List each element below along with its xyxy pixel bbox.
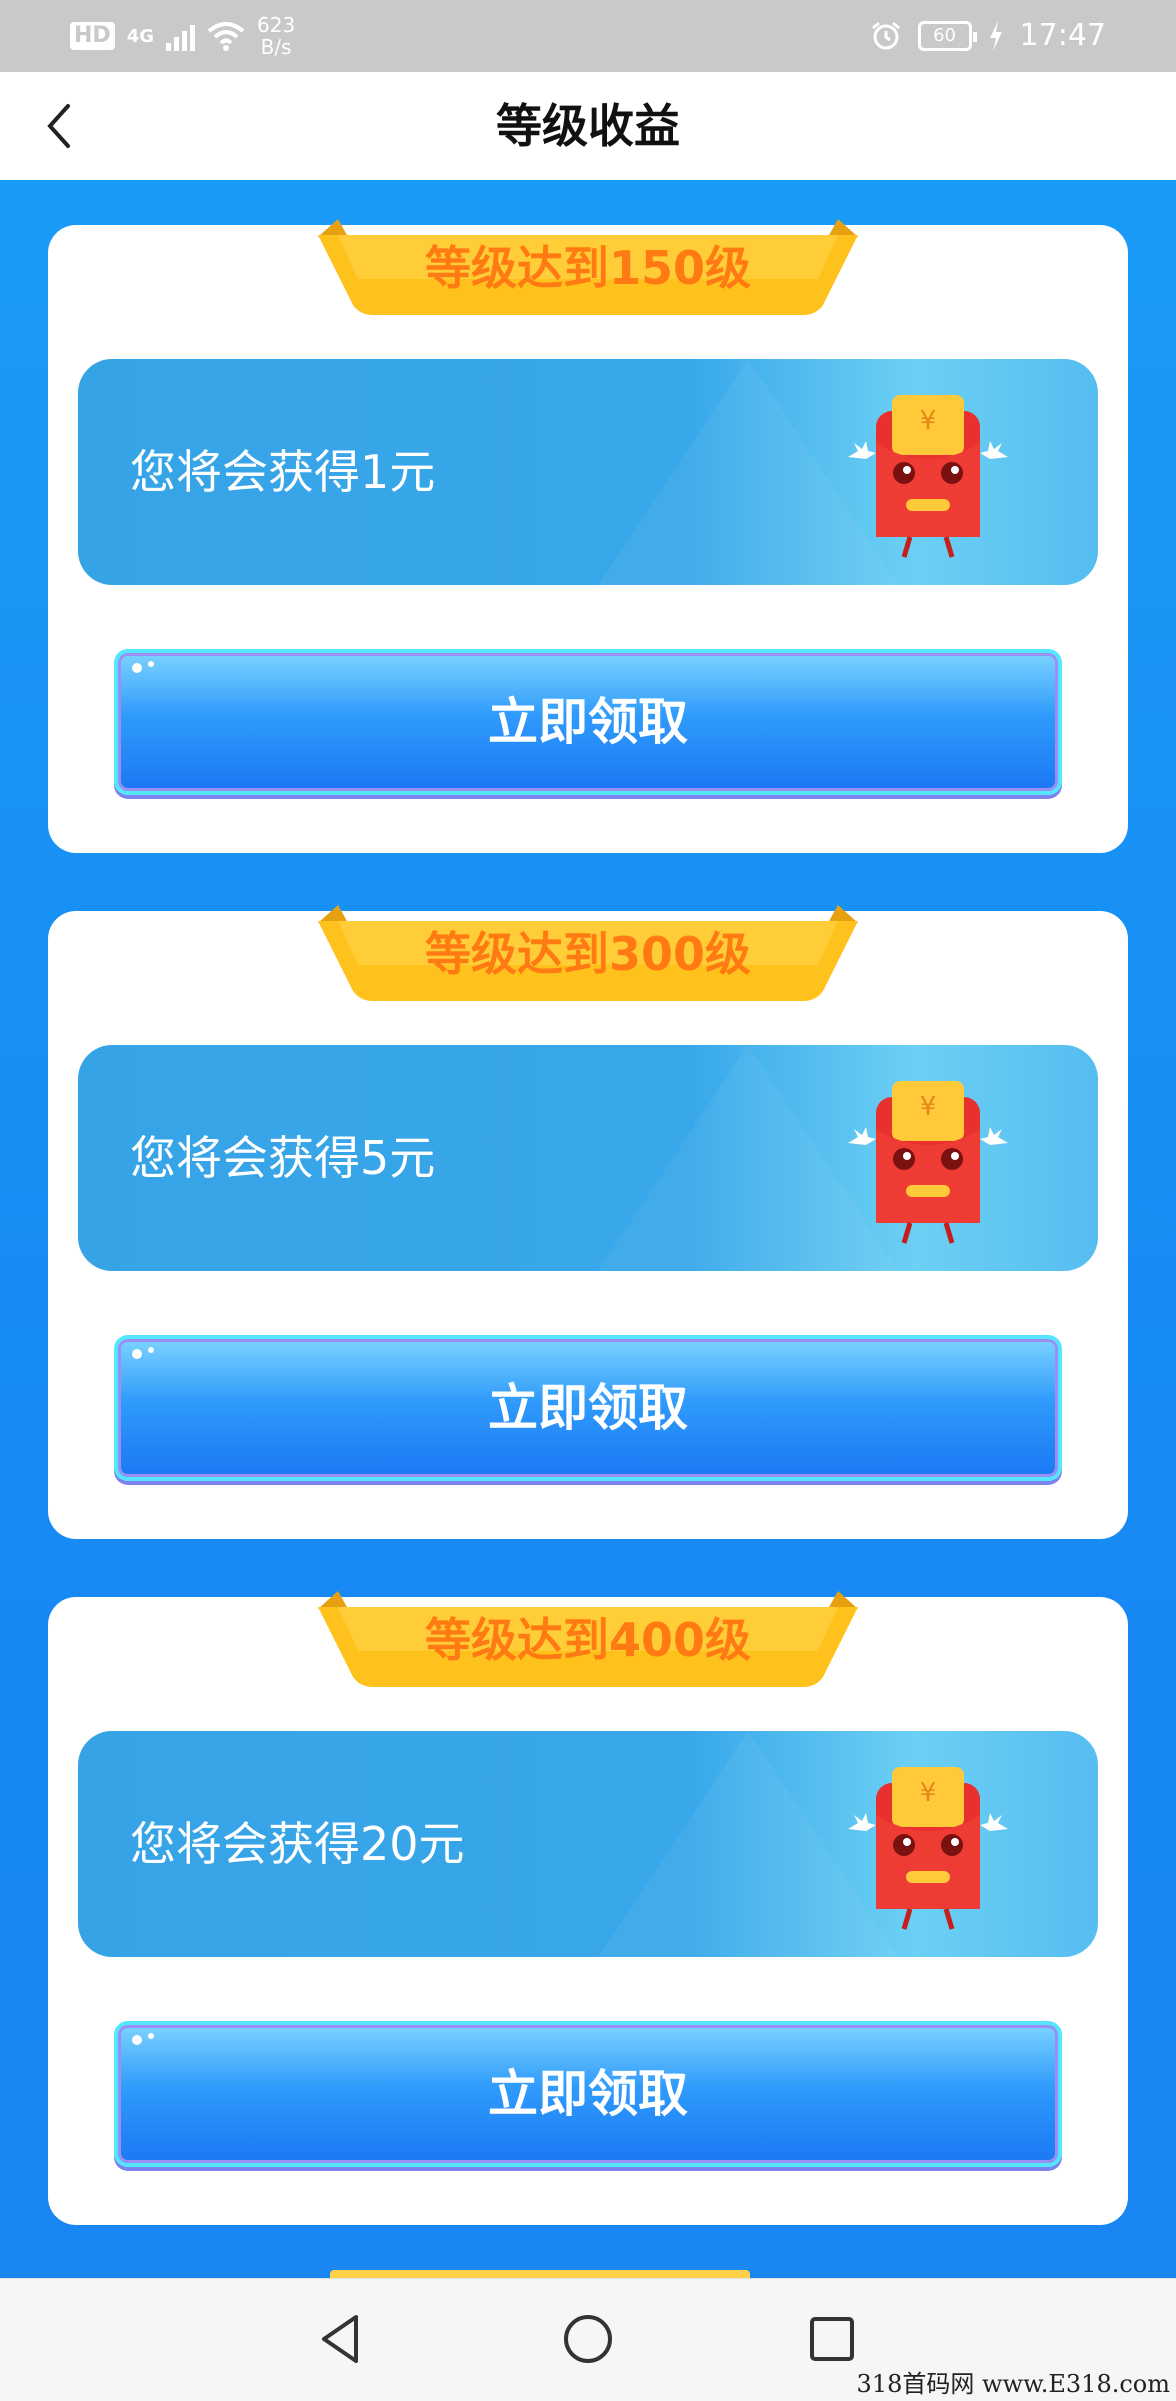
svg-text:¥: ¥	[920, 406, 937, 436]
reward-panel: 您将会获得5元 ¥	[78, 1045, 1098, 1271]
status-right: 60 17:47	[870, 18, 1106, 53]
signal-icon	[166, 21, 195, 51]
reward-card: 等级达到400级 您将会获得20元 ¥ 立即领取	[48, 1591, 1128, 2225]
speed-value: 623	[257, 13, 296, 37]
hd-badge: HD	[70, 22, 115, 50]
page-title: 等级收益	[496, 99, 680, 153]
speed-unit: B/s	[260, 35, 292, 59]
claim-button[interactable]: 立即领取	[114, 649, 1062, 795]
system-nav-bar: 318首码网 www.E318.com	[0, 2278, 1176, 2401]
watermark: 318首码网 www.E318.com	[856, 2370, 1170, 2398]
reward-text: 您将会获得20元	[130, 1817, 465, 1871]
level-label: 等级达到300级	[424, 927, 752, 981]
status-bar: HD 4G 623 B/s 60 17:47	[0, 0, 1176, 72]
svg-text:¥: ¥	[920, 1778, 937, 1808]
svg-text:¥: ¥	[920, 1092, 937, 1122]
square-recents-icon[interactable]	[802, 2309, 862, 2369]
shine-dot	[132, 1349, 142, 1359]
circle-home-icon[interactable]	[558, 2309, 618, 2369]
next-ribbon-peek	[330, 2270, 750, 2278]
claim-button-label: 立即领取	[488, 1379, 688, 1437]
reward-list[interactable]: 等级达到150级 您将会获得1元 ¥ 立即领取 等级达到300级 您将会获得5元…	[0, 180, 1176, 2278]
reward-text: 您将会获得5元	[130, 1131, 436, 1185]
reward-text: 您将会获得1元	[130, 445, 436, 499]
shine-dot	[148, 2033, 154, 2039]
reward-panel: 您将会获得1元 ¥	[78, 359, 1098, 585]
level-label: 等级达到400级	[424, 1613, 752, 1667]
claim-button[interactable]: 立即领取	[114, 2021, 1062, 2167]
reward-card: 等级达到150级 您将会获得1元 ¥ 立即领取	[48, 219, 1128, 853]
battery-icon: 60	[917, 20, 977, 51]
red-envelope-mascot-icon: ¥	[848, 1767, 1008, 1930]
shine-dot	[132, 2035, 142, 2045]
claim-button-label: 立即领取	[488, 2065, 688, 2123]
level-ribbon: 等级达到150级	[318, 219, 858, 317]
level-ribbon: 等级达到400级	[318, 1591, 858, 1689]
reward-panel: 您将会获得20元 ¥	[78, 1731, 1098, 1957]
claim-button[interactable]: 立即领取	[114, 1335, 1062, 1481]
alarm-icon	[871, 21, 900, 49]
triangle-back-icon[interactable]	[312, 2309, 372, 2369]
level-ribbon: 等级达到300级	[318, 905, 858, 1003]
wifi-icon	[207, 22, 245, 51]
level-label: 等级达到150级	[424, 241, 752, 295]
shine-dot	[148, 661, 154, 667]
status-left: HD 4G 623 B/s	[70, 14, 295, 58]
clock: 17:47	[1019, 18, 1106, 53]
network-type: 4G	[126, 25, 154, 47]
app-header: 等级收益	[0, 72, 1176, 180]
reward-card: 等级达到300级 您将会获得5元 ¥ 立即领取	[48, 905, 1128, 1539]
red-envelope-mascot-icon: ¥	[848, 395, 1008, 558]
red-envelope-mascot-icon: ¥	[848, 1081, 1008, 1244]
charging-icon	[989, 20, 1002, 51]
network-speed: 623 B/s	[257, 14, 295, 58]
shine-dot	[148, 1347, 154, 1353]
claim-button-label: 立即领取	[488, 693, 688, 751]
shine-dot	[132, 663, 142, 673]
